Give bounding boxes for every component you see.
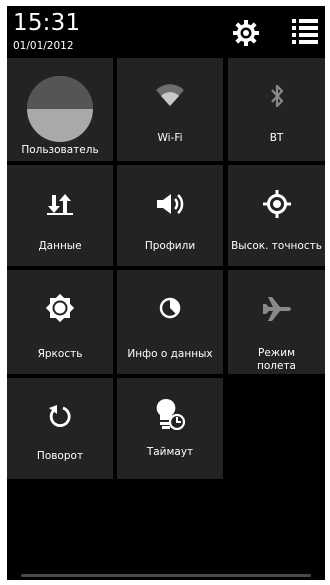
tile-airplane-mode[interactable]: Режим полета bbox=[228, 270, 325, 374]
status-header: 15:31 01/01/2012 bbox=[7, 6, 325, 58]
tile-label: Профили bbox=[144, 240, 196, 252]
tile-profiles[interactable]: Профили bbox=[117, 165, 223, 266]
gear-icon[interactable] bbox=[232, 19, 260, 47]
tile-wifi[interactable]: Wi-Fi bbox=[117, 58, 223, 161]
data-usage-icon bbox=[159, 297, 181, 319]
user-avatar-icon bbox=[27, 76, 93, 142]
panel-drag-handle[interactable] bbox=[21, 574, 311, 577]
data-transfer-icon bbox=[47, 194, 73, 215]
brightness-icon bbox=[45, 293, 75, 323]
tile-label: Инфо о данных bbox=[127, 348, 213, 360]
rotate-icon bbox=[49, 405, 71, 427]
tile-rotate[interactable]: Поворот bbox=[7, 378, 113, 479]
bulb-timer-icon bbox=[156, 398, 185, 430]
tile-timeout[interactable]: Таймаут bbox=[117, 378, 223, 479]
tile-label: Яркость bbox=[37, 348, 83, 360]
airplane-icon bbox=[262, 297, 291, 321]
tile-label: Высок. точность bbox=[231, 240, 322, 252]
tile-bluetooth[interactable]: BT bbox=[228, 58, 325, 161]
tile-label: Данные bbox=[38, 240, 82, 252]
speaker-icon bbox=[157, 194, 184, 214]
location-target-icon bbox=[262, 190, 291, 218]
tile-data[interactable]: Данные bbox=[7, 165, 113, 266]
quick-settings-panel: 15:31 01/01/2012 Пользователь Wi-Fi BT Д… bbox=[7, 6, 325, 580]
bluetooth-icon bbox=[270, 84, 283, 108]
clock-date: 01/01/2012 bbox=[13, 40, 74, 52]
tile-data-usage[interactable]: Инфо о данных bbox=[117, 270, 223, 374]
tile-label: Wi-Fi bbox=[157, 132, 183, 144]
tile-brightness[interactable]: Яркость bbox=[7, 270, 113, 374]
tile-label: Поворот bbox=[36, 450, 84, 462]
clock-time: 15:31 bbox=[13, 10, 81, 36]
tile-label: Режим полета bbox=[256, 347, 296, 372]
tile-label: Таймаут bbox=[146, 446, 194, 458]
tile-location[interactable]: Высок. точность bbox=[228, 165, 325, 266]
wifi-icon bbox=[156, 84, 184, 106]
tile-user[interactable]: Пользователь bbox=[7, 58, 113, 161]
tile-label: BT bbox=[269, 132, 284, 144]
list-menu-icon[interactable] bbox=[290, 16, 320, 46]
tile-label: Пользователь bbox=[21, 144, 99, 156]
